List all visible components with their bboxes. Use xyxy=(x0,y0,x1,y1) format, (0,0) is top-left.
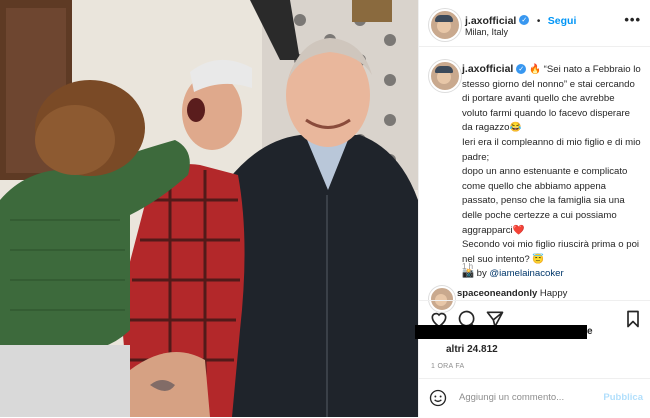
verified-icon: ✓ xyxy=(519,14,530,25)
header-username[interactable]: j.axofficial xyxy=(465,15,516,27)
post-side-panel: j.axofficial ✓ • Segui Milan, Italy ••• j… xyxy=(415,0,650,418)
avatar[interactable] xyxy=(429,9,461,41)
caption-line: dopo un anno estenuante e complicato com… xyxy=(462,166,628,236)
caption-username[interactable]: j.axofficial xyxy=(462,63,513,75)
location-link[interactable]: Milan, Italy xyxy=(465,27,508,37)
post-photo[interactable] xyxy=(0,0,418,417)
more-icon[interactable]: ••• xyxy=(624,12,641,27)
add-comment-bar: Aggiungi un commento... Pubblica xyxy=(419,378,650,418)
caption-line: Secondo voi mio figlio riuscirà prima o … xyxy=(462,239,640,265)
caption-time[interactable]: 1 h xyxy=(462,262,473,271)
comment-username[interactable]: spaceoneandonly xyxy=(457,288,537,299)
redaction-bar xyxy=(415,325,587,339)
smiley-icon[interactable] xyxy=(429,389,447,407)
comment-row: spaceoneandonly Happy xyxy=(457,288,650,300)
comment-text: Happy xyxy=(539,288,568,299)
bookmark-icon[interactable] xyxy=(623,309,643,329)
likes-trail: e xyxy=(587,326,593,337)
verified-icon: ✓ xyxy=(516,64,527,75)
photo-credit-link[interactable]: @iamelainacoker xyxy=(489,268,563,279)
post-time[interactable]: 1 ORA FA xyxy=(431,363,465,370)
publish-button[interactable]: Pubblica xyxy=(603,392,643,403)
likes-count[interactable]: altri 24.812 xyxy=(446,344,498,355)
comment-input[interactable]: Aggiungi un commento... xyxy=(459,392,564,403)
caption: j.axofficial ✓ 🔥 “Sei nato a Febbraio lo … xyxy=(462,62,642,282)
photo-illustration xyxy=(0,0,418,417)
action-bar xyxy=(419,300,650,346)
follow-button[interactable]: Segui xyxy=(548,15,577,27)
separator-dot: • xyxy=(536,16,541,27)
caption-line: Ieri era il compleanno di mio figlio e d… xyxy=(462,136,641,163)
post-header: j.axofficial ✓ • Segui Milan, Italy ••• xyxy=(419,0,650,47)
caption-avatar[interactable] xyxy=(429,60,461,92)
